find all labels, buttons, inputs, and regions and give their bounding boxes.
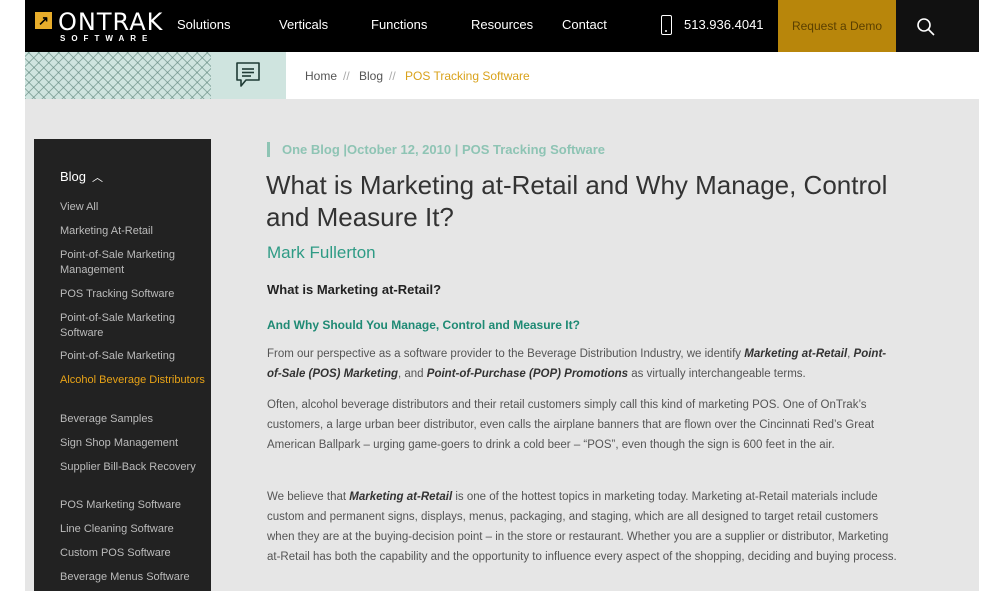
request-demo-button[interactable]: Request a Demo: [778, 0, 896, 52]
article-title: What is Marketing at-Retail and Why Mana…: [266, 170, 888, 232]
sidebar-item-pos-marketing-software[interactable]: Point-of-Sale Marketing Software: [60, 311, 205, 341]
chat-bubble-icon: [236, 62, 260, 87]
sidebar-item-beverage-samples[interactable]: Beverage Samples: [60, 412, 205, 427]
article-subheading-2: And Why Should You Manage, Control and M…: [267, 318, 580, 332]
nav-functions[interactable]: Functions: [371, 17, 427, 32]
breadcrumb-current: POS Tracking Software: [405, 69, 530, 83]
nav-contact[interactable]: Contact: [562, 17, 607, 32]
ontrak-logo[interactable]: ↗ ONTRAK SOFTWARE: [35, 8, 185, 44]
nav-resources[interactable]: Resources: [471, 17, 533, 32]
search-button[interactable]: [896, 0, 979, 52]
breadcrumb: Home // Blog // POS Tracking Software: [286, 52, 979, 99]
sidebar-item-alcohol-beverage-distributors[interactable]: Alcohol Beverage Distributors: [60, 373, 205, 388]
logo-arrow-icon: ↗: [35, 12, 52, 29]
sidebar-item-line-cleaning-software[interactable]: Line Cleaning Software: [60, 522, 205, 537]
sidebar-item-marketing-at-retail[interactable]: Marketing At-Retail: [60, 224, 205, 239]
top-navigation-bar: ↗ ONTRAK SOFTWARE Solutions Verticals Fu…: [25, 0, 979, 52]
article-paragraph-2: Often, alcohol beverage distributors and…: [267, 399, 875, 451]
article-paragraph-1: From our perspective as a software provi…: [267, 344, 899, 384]
mobile-phone-icon: [661, 15, 672, 35]
phone-number[interactable]: 513.936.4041: [684, 17, 764, 32]
text-run: From our perspective as a software provi…: [267, 348, 745, 360]
text-run: We believe that: [267, 491, 350, 503]
logo-wordmark: ONTRAK: [58, 8, 164, 36]
sidebar-item-pos-marketing-management[interactable]: Point-of-Sale Marketing Management: [60, 248, 205, 278]
sidebar-item-pos-marketing-software-2[interactable]: POS Marketing Software: [60, 498, 205, 513]
nav-verticals[interactable]: Verticals: [279, 17, 328, 32]
decorative-pattern: [25, 52, 211, 99]
article-meta: One Blog |October 12, 2010 | POS Trackin…: [267, 142, 605, 157]
emphasis: Point-of-Purchase (POP) Promotions: [426, 368, 629, 380]
breadcrumb-home[interactable]: Home: [305, 69, 337, 83]
blog-sidebar: Blog ︿ View All Marketing At-Retail Point…: [34, 139, 211, 591]
emphasis: Marketing at-Retail: [349, 491, 453, 503]
text-run: as virtually interchangeable terms.: [628, 368, 806, 380]
sidebar-item-view-all[interactable]: View All: [60, 200, 205, 215]
sidebar-item-sign-shop-management[interactable]: Sign Shop Management: [60, 436, 205, 451]
sidebar-heading-label: Blog: [60, 169, 87, 184]
search-icon: [917, 18, 935, 36]
nav-solutions[interactable]: Solutions: [177, 17, 230, 32]
sidebar-item-beverage-menus-software[interactable]: Beverage Menus Software: [60, 570, 205, 585]
emphasis: Marketing at-Retail: [744, 348, 848, 360]
sidebar-item-supplier-bill-back[interactable]: Supplier Bill-Back Recovery: [60, 460, 205, 475]
sidebar-heading[interactable]: Blog ︿: [60, 169, 103, 185]
text-run: , and: [398, 368, 427, 380]
sidebar-item-custom-pos-software[interactable]: Custom POS Software: [60, 546, 205, 561]
logo-subtitle: SOFTWARE: [60, 34, 154, 43]
article-paragraph-3: We believe that Marketing at-Retail is o…: [267, 487, 899, 567]
breadcrumb-separator: //: [389, 69, 396, 83]
sidebar-item-pos-tracking-software[interactable]: POS Tracking Software: [60, 287, 205, 302]
article-subheading: What is Marketing at-Retail?: [267, 282, 442, 297]
sidebar-item-pos-marketing[interactable]: Point-of-Sale Marketing: [60, 349, 205, 364]
chat-tile: [211, 52, 286, 99]
article-author[interactable]: Mark Fullerton: [267, 243, 376, 263]
breadcrumb-separator: //: [343, 69, 350, 83]
chevron-up-icon: ︿: [92, 172, 104, 184]
breadcrumb-blog[interactable]: Blog: [359, 69, 383, 83]
